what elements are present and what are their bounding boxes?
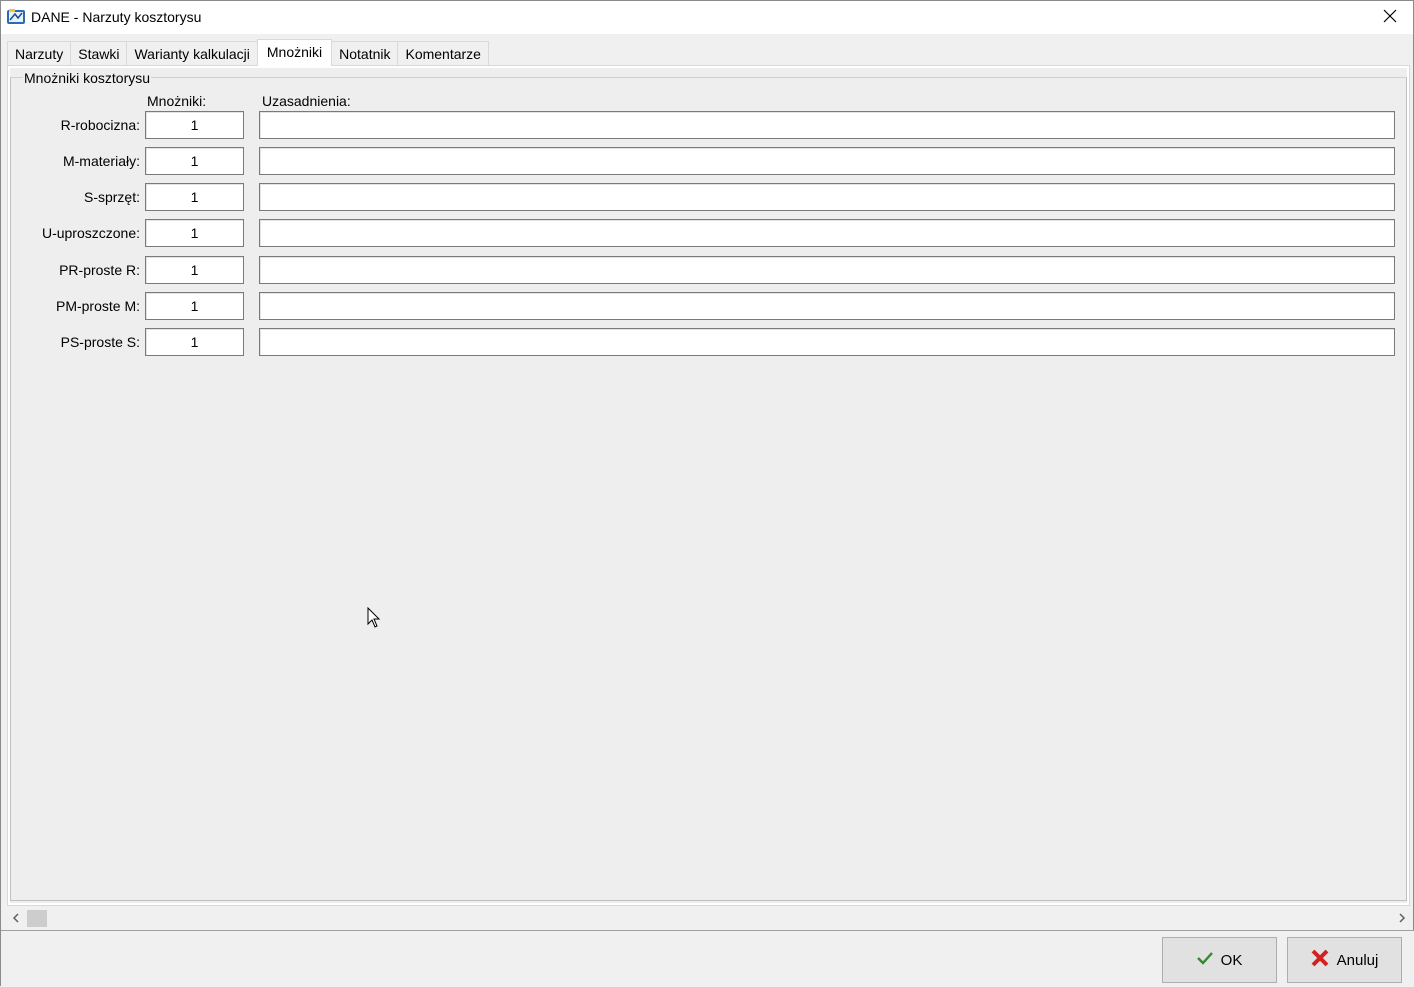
tab-narzuty[interactable]: Narzuty: [7, 41, 72, 66]
scroll-left-button[interactable]: [7, 907, 24, 929]
justification-input-pm[interactable]: [259, 292, 1395, 320]
dialog-window: DANE - Narzuty kosztorysu Narzuty Stawki…: [0, 0, 1414, 987]
scroll-thumb[interactable]: [27, 910, 47, 927]
ok-button[interactable]: OK: [1162, 937, 1277, 983]
multiplier-input-ps[interactable]: 1: [145, 328, 244, 356]
multiplier-input-pm[interactable]: 1: [145, 292, 244, 320]
cancel-button[interactable]: Anuluj: [1287, 937, 1402, 983]
app-icon: [6, 8, 26, 26]
multiplier-input-pr[interactable]: 1: [145, 256, 244, 284]
ok-button-label: OK: [1220, 951, 1243, 969]
justification-input-pr[interactable]: [259, 256, 1395, 284]
multiplier-input-s[interactable]: 1: [145, 183, 244, 211]
mouse-pointer-icon: [367, 606, 381, 629]
tab-mnozniki[interactable]: Mnożniki: [256, 39, 333, 66]
row-label-s-sprzet: S-sprzęt:: [83, 189, 140, 205]
justification-input-m[interactable]: [259, 147, 1395, 175]
row-label-m-materialy: M-materiały:: [62, 153, 140, 169]
multiplier-input-r[interactable]: 1: [145, 111, 244, 139]
row-label-u-uproszczone: U-uproszczone:: [41, 225, 140, 241]
row-label-pm-proste-m: PM-proste M:: [55, 298, 140, 314]
justification-input-ps[interactable]: [259, 328, 1395, 356]
tab-strip: Narzuty Stawki Warianty kalkulacji Mnożn…: [7, 39, 489, 66]
justification-input-r[interactable]: [259, 111, 1395, 139]
row-label-pr-proste-r: PR-proste R:: [59, 262, 140, 278]
multipliers-column-header: Mnożniki:: [147, 93, 207, 109]
justifications-column-header: Uzasadnienia:: [262, 93, 351, 109]
multiplier-input-u[interactable]: 1: [145, 219, 244, 247]
tab-notatnik[interactable]: Notatnik: [331, 41, 399, 66]
tab-stawki[interactable]: Stawki: [70, 41, 128, 66]
close-button[interactable]: [1367, 1, 1413, 34]
justification-input-s[interactable]: [259, 183, 1395, 211]
groupbox-title: Mnożniki kosztorysu: [23, 70, 152, 86]
checkmark-icon: [1196, 951, 1213, 969]
title-bar: DANE - Narzuty kosztorysu: [1, 1, 1413, 34]
window-title: DANE - Narzuty kosztorysu: [31, 9, 202, 25]
cancel-x-icon: [1311, 949, 1329, 971]
scroll-right-button[interactable]: [1393, 907, 1410, 929]
tab-komentarze[interactable]: Komentarze: [397, 41, 489, 66]
chevron-left-icon: [12, 910, 20, 926]
horizontal-scrollbar[interactable]: [7, 907, 1410, 929]
cancel-button-label: Anuluj: [1336, 951, 1379, 969]
chevron-right-icon: [1398, 910, 1406, 926]
close-icon: [1383, 9, 1397, 26]
multiplier-input-m[interactable]: 1: [145, 147, 244, 175]
row-label-r-robocizna: R-robocizna:: [60, 117, 140, 133]
row-label-ps-proste-s: PS-proste S:: [60, 334, 140, 350]
justification-input-u[interactable]: [259, 219, 1395, 247]
tab-warianty-kalkulacji[interactable]: Warianty kalkulacji: [126, 41, 258, 66]
